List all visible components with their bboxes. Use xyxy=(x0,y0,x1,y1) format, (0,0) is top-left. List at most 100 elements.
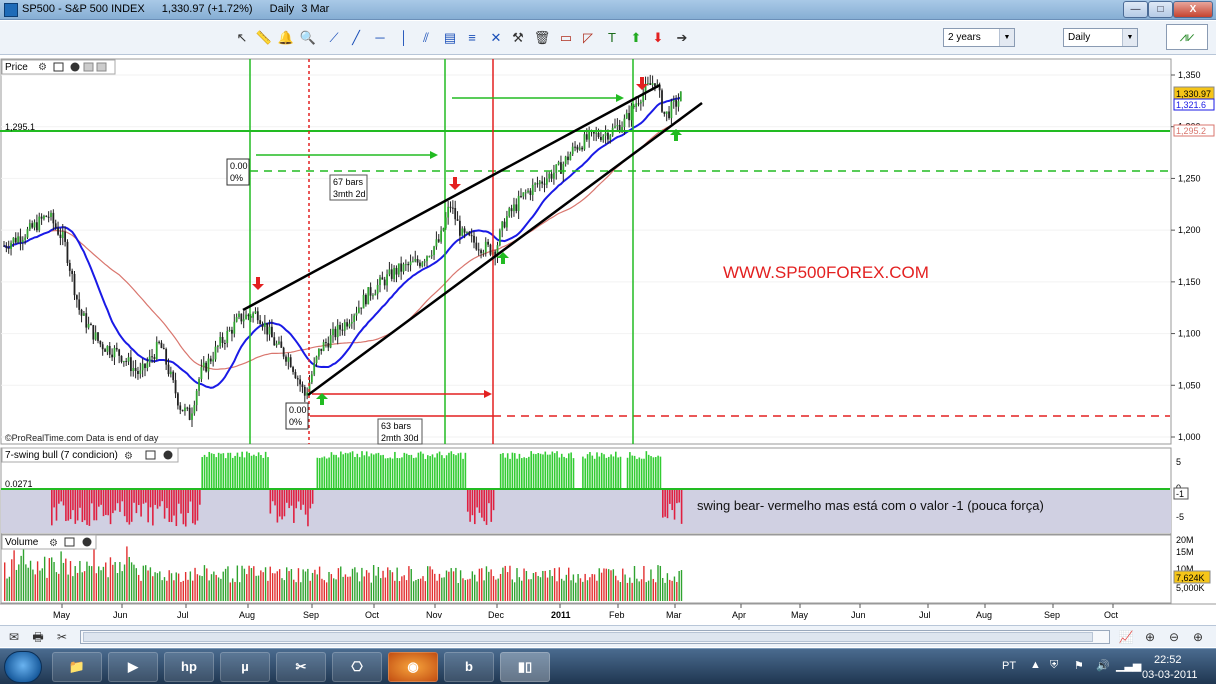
close-panel-icon[interactable] xyxy=(70,62,80,72)
indicator-icon[interactable]: ▭ xyxy=(556,28,576,48)
chart-layout-icon[interactable]: ⩘⩗ xyxy=(1166,24,1208,50)
print-icon[interactable]: 🖶 xyxy=(30,629,46,645)
language-indicator[interactable]: PT xyxy=(1002,660,1016,672)
trendline-icon[interactable]: ⟋ xyxy=(324,28,344,48)
candle-body xyxy=(282,347,285,357)
cross-icon[interactable]: ✕ xyxy=(486,28,506,48)
channel-icon[interactable]: ▤ xyxy=(440,28,460,48)
text-tool-icon[interactable]: T xyxy=(602,28,622,48)
line-icon[interactable]: ╱ xyxy=(346,28,366,48)
security-icon[interactable]: ⛨ xyxy=(1050,659,1058,672)
windows-taskbar: 📁 ▶ hp µ ✂ ⎔ ◉ b ▮▯ PT ▲ ⛨ ⚑ 🔊 ▁▃▅ 22:52… xyxy=(0,648,1216,684)
volume-current-tag-text: 7,624K xyxy=(1176,573,1205,583)
panel-up-icon[interactable] xyxy=(83,62,94,72)
fan-icon[interactable]: ⫽ xyxy=(416,28,436,48)
annotation-box-2[interactable]: 0.00 0% xyxy=(285,402,309,430)
bar-count-box-1[interactable]: 67 bars 3mth 2d xyxy=(329,174,368,201)
swing-bull-bar xyxy=(260,454,262,489)
candle-body xyxy=(162,348,165,350)
network-icon[interactable]: ⎔ xyxy=(332,652,382,682)
red-down-arrow-icon xyxy=(453,177,457,185)
zoom-in-icon[interactable]: ⊕ xyxy=(1190,629,1206,645)
red-down-arrow-icon xyxy=(256,277,260,285)
swing-bear-bar xyxy=(126,489,128,523)
green-up-arrow-icon[interactable]: ⬆ xyxy=(626,28,646,48)
swing-bear-bar xyxy=(309,489,312,509)
folder-icon[interactable]: 📁 xyxy=(52,652,102,682)
volume-bar xyxy=(657,565,659,601)
settings-icon[interactable]: ⚙ xyxy=(38,62,47,73)
candle-body xyxy=(555,164,558,173)
zoom-out-icon[interactable]: ⊖ xyxy=(1166,629,1182,645)
horizontal-scrollbar[interactable] xyxy=(80,630,1110,644)
candle-body xyxy=(285,356,287,362)
vertical-line-icon[interactable]: │ xyxy=(394,28,414,48)
range-select[interactable]: 2 years ▼ xyxy=(943,28,1015,47)
clock-date[interactable]: 03-03-2011 xyxy=(1142,669,1197,681)
tools-icon[interactable]: ⚒ xyxy=(508,28,528,48)
swing-bull-bar xyxy=(511,452,514,489)
swing-bull-bar xyxy=(607,456,610,489)
b-app-icon[interactable]: b xyxy=(444,652,494,682)
volume-bar xyxy=(394,580,396,601)
swing-bull-bar xyxy=(546,454,549,489)
scissors-icon[interactable]: ✂ xyxy=(54,629,70,645)
swing-bull-bar xyxy=(556,451,558,489)
annotation-box-1[interactable]: 0.00 0% xyxy=(226,158,250,186)
scroll-thumb[interactable] xyxy=(83,632,1093,642)
start-button[interactable] xyxy=(4,651,42,683)
x-tick-label: Aug xyxy=(976,610,992,620)
volume-bar xyxy=(145,565,147,601)
candle-body xyxy=(310,374,313,383)
drawing-toolbar: ↖ 📏 🔔 🔍 ⟋ ╱ ─ │ ⫽ ▤ ≡ ✕ ⚒ 🗑 ▭ ◸ T ⬆ ⬇ ➔ … xyxy=(0,21,1216,55)
mail-icon[interactable]: ✉ xyxy=(6,629,22,645)
snipping-tool-icon[interactable]: ✂ xyxy=(276,652,326,682)
horizontal-line-icon[interactable]: ─ xyxy=(370,28,390,48)
panel-down-icon[interactable] xyxy=(96,62,107,72)
alert-bell-icon[interactable]: 🔔 xyxy=(276,28,296,48)
maximize-button[interactable]: □ xyxy=(1148,1,1173,18)
right-arrow-icon[interactable]: ➔ xyxy=(672,28,692,48)
zoom-fit-icon[interactable]: ⊕ xyxy=(1142,629,1158,645)
chart-area[interactable]: 0.00 0% 0.00 0% 67 bars 3mth 2d 63 bars … xyxy=(0,58,1216,624)
swing-bull-bar xyxy=(584,458,587,489)
firefox-icon[interactable]: ◉ xyxy=(388,652,438,682)
bar-count-box-2[interactable]: 63 bars 2mth 30d xyxy=(377,418,423,445)
swing-bull-bar xyxy=(415,457,417,489)
candle-body xyxy=(14,237,17,243)
close-panel-icon[interactable] xyxy=(163,450,173,460)
ruler-icon[interactable]: 📏 xyxy=(254,28,274,48)
red-down-arrow-icon[interactable]: ⬇ xyxy=(648,28,668,48)
volume-bar xyxy=(227,566,229,601)
volume-bar xyxy=(4,562,6,601)
clock-time[interactable]: 22:52 xyxy=(1154,654,1182,666)
media-player-icon[interactable]: ▶ xyxy=(108,652,158,682)
volume-bar xyxy=(504,565,506,601)
settings-icon[interactable]: ⚙ xyxy=(124,451,133,462)
fibonacci-icon[interactable]: ≡ xyxy=(462,28,482,48)
pointer-icon[interactable]: ↖ xyxy=(232,28,252,48)
period-select[interactable]: Daily ▼ xyxy=(1063,28,1138,47)
prorealtime-task-icon[interactable]: ▮▯ xyxy=(500,652,550,682)
settings-icon[interactable]: ⚙ xyxy=(49,538,58,549)
hp-icon[interactable]: hp xyxy=(164,652,214,682)
chart-type-icon[interactable]: 📈 xyxy=(1118,629,1134,645)
volume-bar xyxy=(340,566,342,601)
swing-bull-bar xyxy=(347,453,349,489)
candle-body xyxy=(36,222,38,231)
volume-icon[interactable]: 🔊 xyxy=(1096,659,1110,672)
utorrent-icon[interactable]: µ xyxy=(220,652,270,682)
close-panel-icon[interactable] xyxy=(82,537,92,547)
tray-expand-icon[interactable]: ▲ xyxy=(1030,659,1041,671)
volume-bar xyxy=(342,576,344,601)
swing-bull-bar xyxy=(222,453,225,489)
trash-icon[interactable]: 🗑 xyxy=(532,28,552,48)
volume-bar xyxy=(575,582,577,601)
zoom-icon[interactable]: 🔍 xyxy=(298,28,318,48)
minimize-button[interactable]: — xyxy=(1123,1,1148,18)
close-button[interactable]: X xyxy=(1173,1,1213,18)
pattern-icon[interactable]: ◸ xyxy=(578,28,598,48)
signal-icon[interactable]: ▁▃▅ xyxy=(1116,659,1141,672)
swing-bull-bar xyxy=(455,455,457,489)
flag-icon[interactable]: ⚑ xyxy=(1074,659,1084,672)
